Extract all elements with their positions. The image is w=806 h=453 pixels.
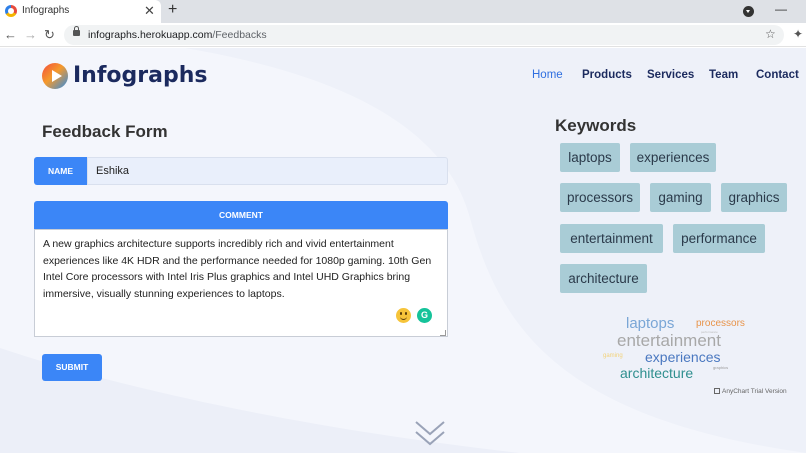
- nav-services[interactable]: Services: [647, 69, 694, 81]
- cloud-word-laptops: laptops: [626, 315, 675, 332]
- url-text[interactable]: infographs.herokuapp.com/Feedbacks: [88, 29, 267, 41]
- scroll-down-chevron-icon[interactable]: [414, 418, 446, 448]
- tab-title: Infographs: [22, 5, 70, 16]
- keyword-tag-processors[interactable]: processors: [560, 183, 640, 212]
- form-title: Feedback Form: [42, 122, 168, 141]
- address-bar[interactable]: infographs.herokuapp.com/Feedbacks ☆: [64, 25, 784, 45]
- extensions-puzzle-icon[interactable]: ✦: [793, 27, 803, 41]
- lock-icon[interactable]: [73, 26, 80, 36]
- keyword-tag-performance[interactable]: performance: [673, 224, 765, 253]
- page-content: Infographs Home Products Services Team C…: [0, 48, 806, 453]
- logo-text[interactable]: Infographs: [73, 63, 207, 88]
- nav-home[interactable]: Home: [532, 69, 563, 81]
- keyword-tag-entertainment[interactable]: entertainment: [560, 224, 663, 253]
- submit-button[interactable]: SUBMIT: [42, 354, 102, 381]
- browser-tab-strip: Infographs ✕ + —: [0, 0, 806, 23]
- forward-arrow-icon[interactable]: →: [24, 27, 37, 42]
- cloud-word-processors: processors: [696, 318, 745, 329]
- url-host: infographs.herokuapp.com: [88, 29, 213, 41]
- name-input[interactable]: Eshika: [87, 157, 448, 185]
- browser-tab[interactable]: Infographs ✕: [0, 0, 161, 23]
- cloud-word-graphics: graphics: [713, 365, 729, 370]
- anychart-credit[interactable]: AnyChart Trial Version: [714, 388, 787, 395]
- minimize-icon[interactable]: —: [775, 2, 787, 16]
- cloud-word-experiences: experiences: [645, 349, 721, 365]
- comment-label: COMMENT: [34, 201, 448, 229]
- logo-play-icon: [52, 70, 62, 82]
- grammarly-icon[interactable]: G: [417, 308, 432, 323]
- cloud-word-architecture: architecture: [620, 365, 694, 381]
- address-toolbar: ← → ↻ infographs.herokuapp.com/Feedbacks…: [0, 23, 806, 47]
- back-arrow-icon[interactable]: ←: [4, 27, 17, 42]
- keyword-tag-laptops[interactable]: laptops: [560, 143, 620, 172]
- new-tab-icon[interactable]: +: [168, 1, 177, 19]
- keywords-title: Keywords: [555, 116, 637, 135]
- bookmark-star-icon[interactable]: ☆: [765, 27, 776, 41]
- keyword-tag-experiences[interactable]: experiences: [630, 143, 716, 172]
- url-path: /Feedbacks: [212, 29, 267, 41]
- name-label: NAME: [34, 157, 87, 185]
- nav-products[interactable]: Products: [582, 69, 632, 81]
- comment-textarea[interactable]: A new graphics architecture supports inc…: [34, 229, 448, 337]
- nav-contact[interactable]: Contact: [756, 69, 799, 81]
- resize-handle-icon[interactable]: [440, 330, 446, 336]
- tab-close-icon[interactable]: ✕: [144, 3, 155, 19]
- reload-icon[interactable]: ↻: [44, 27, 55, 43]
- anychart-credit-text: AnyChart Trial Version: [722, 388, 787, 395]
- cloud-word-gaming: gaming: [603, 353, 623, 359]
- profile-menu-icon[interactable]: [743, 6, 754, 17]
- nav-team[interactable]: Team: [709, 69, 738, 81]
- keyword-tag-architecture[interactable]: architecture: [560, 264, 647, 293]
- keyword-tag-graphics[interactable]: graphics: [721, 183, 787, 212]
- chart-icon: [714, 388, 720, 394]
- cloud-word-entertainment: entertainment: [617, 331, 721, 350]
- keyword-tag-gaming[interactable]: gaming: [650, 183, 711, 212]
- site-favicon-icon: [5, 5, 17, 17]
- emoji-picker-icon[interactable]: [396, 308, 411, 323]
